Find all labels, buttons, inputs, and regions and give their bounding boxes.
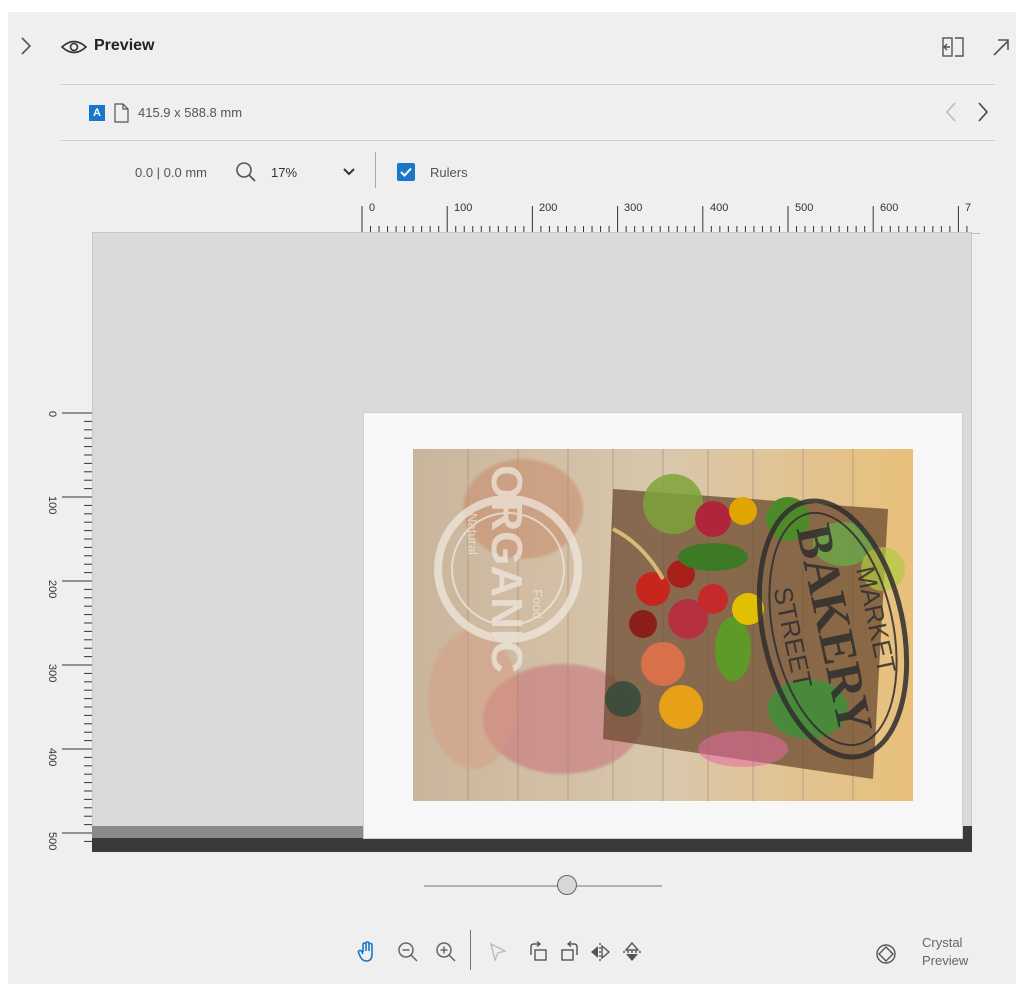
ruler-top-label: 400 bbox=[710, 202, 729, 214]
ruler-top-label: 500 bbox=[795, 202, 814, 214]
chevron-right-icon[interactable] bbox=[16, 36, 36, 56]
left-ruler bbox=[62, 412, 92, 842]
ruler-top-label: 300 bbox=[624, 202, 643, 214]
ruler-top-label: 200 bbox=[539, 202, 558, 214]
hand-tool-icon[interactable] bbox=[355, 940, 379, 964]
flip-horizontal-icon[interactable] bbox=[588, 940, 612, 964]
ruler-left-label: 0 bbox=[46, 411, 58, 418]
bottom-toolbar-divider bbox=[470, 930, 471, 970]
rulers-label[interactable]: Rulers bbox=[430, 165, 468, 180]
eye-icon bbox=[60, 38, 88, 56]
zoom-value[interactable]: 17% bbox=[271, 165, 297, 180]
stamp-organic-natural: Natural bbox=[465, 513, 480, 555]
ruler-left-label: 500 bbox=[46, 832, 58, 851]
collapse-panel-icon[interactable] bbox=[941, 36, 965, 58]
canvas-shadow-strip bbox=[92, 826, 364, 838]
flip-vertical-icon[interactable] bbox=[620, 940, 644, 964]
ruler-left-label: 200 bbox=[46, 580, 58, 599]
stamp-organic: ORGANIC bbox=[482, 465, 531, 673]
rotate-left-icon[interactable] bbox=[526, 940, 550, 964]
ruler-top-label: 0 bbox=[369, 202, 376, 214]
artwork-image: ORGANIC Food Natural MARKET BAKERY STREE… bbox=[413, 449, 913, 801]
zoom-in-icon[interactable] bbox=[434, 940, 458, 964]
page-title: Preview bbox=[94, 37, 155, 54]
page-size: 415.9 x 588.8 mm bbox=[138, 105, 243, 120]
zoom-out-icon[interactable] bbox=[396, 940, 420, 964]
page-badge: A bbox=[89, 105, 105, 121]
pop-out-icon[interactable] bbox=[990, 36, 1012, 58]
ruler-top-label: 100 bbox=[454, 202, 473, 214]
prev-icon[interactable] bbox=[940, 100, 962, 124]
crystal-preview-label-line2: Preview bbox=[922, 953, 969, 968]
next-icon[interactable] bbox=[972, 100, 994, 124]
ruler-left-label: 300 bbox=[46, 664, 58, 683]
media-edge bbox=[92, 838, 972, 852]
crystal-preview-label-line1: Crystal bbox=[922, 935, 963, 950]
check-icon[interactable] bbox=[397, 163, 415, 181]
media-edge-right bbox=[962, 826, 972, 840]
zoom-slider-track[interactable] bbox=[424, 885, 662, 887]
ruler-top-label: 600 bbox=[880, 202, 899, 214]
stamp-organic-food: Food bbox=[530, 589, 545, 619]
select-arrow-icon[interactable] bbox=[486, 940, 510, 964]
info-divider bbox=[60, 140, 995, 141]
ruler-left-label: 100 bbox=[46, 496, 58, 515]
crystal-preview-icon[interactable] bbox=[874, 942, 898, 966]
zoom-slider-thumb[interactable] bbox=[556, 875, 577, 895]
page-icon bbox=[113, 103, 129, 123]
header-divider bbox=[60, 84, 995, 85]
dropdown-icon[interactable] bbox=[340, 163, 358, 181]
coords-readout: 0.0 | 0.0 mm bbox=[135, 165, 208, 180]
toolbar-divider bbox=[375, 152, 376, 188]
ruler-top-label: 7 bbox=[965, 202, 972, 214]
rotate-right-icon[interactable] bbox=[558, 940, 582, 964]
ruler-left-label: 400 bbox=[46, 748, 58, 767]
crystal-preview-button[interactable]: Crystal Preview bbox=[922, 934, 968, 970]
search-icon[interactable] bbox=[234, 160, 258, 184]
